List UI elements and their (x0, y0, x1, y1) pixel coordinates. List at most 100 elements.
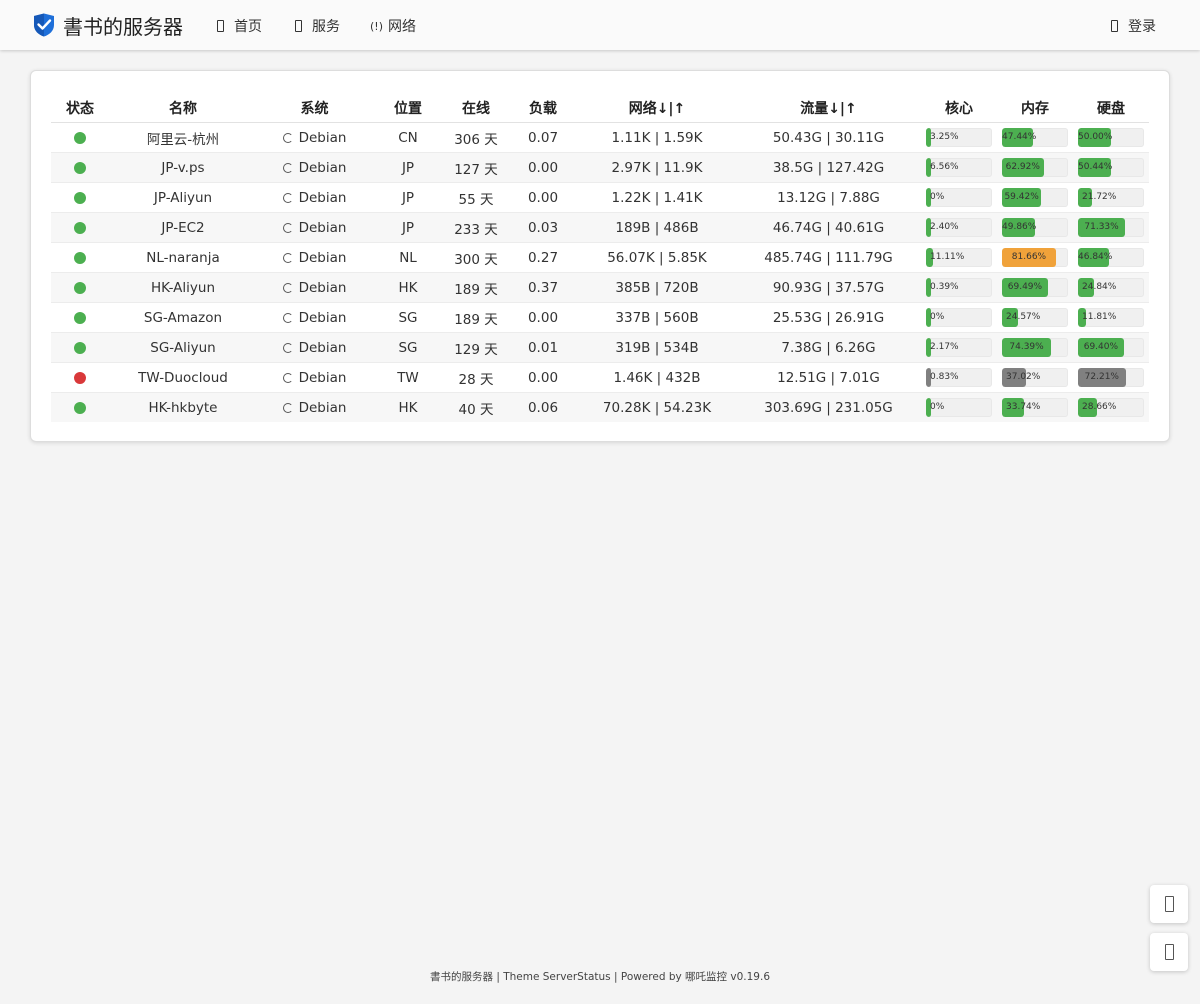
table-row[interactable]: SG-Aliyun Debian SG 129 天 0.01 319B | 534B 7.3… (51, 332, 1149, 363)
table-row[interactable]: JP-EC2 Debian JP 233 天 0.03 189B | 486B 46.74G… (51, 212, 1149, 243)
uptime-cell: 189 天 (444, 302, 508, 333)
location-cell-text: SG (398, 339, 418, 356)
disk-cell: 50.00% (1073, 122, 1149, 153)
cpu-percent: 0.83% (930, 372, 959, 382)
debian-icon (282, 312, 293, 323)
table-row[interactable]: NL-naranja Debian NL 300 天 0.27 56.07K | 5.85… (51, 242, 1149, 273)
disk-progress-bar: 28.66% (1078, 398, 1144, 417)
load-cell: 0.01 (508, 332, 578, 363)
debian-icon (282, 252, 293, 263)
network-cell: 319B | 534B (578, 332, 736, 363)
table-row[interactable]: HK-Aliyun Debian HK 189 天 0.37 385B | 720B 90.… (51, 272, 1149, 303)
load-cell: 0.37 (508, 272, 578, 303)
status-cell (51, 242, 109, 273)
uptime-cell-text: 55 天 (458, 191, 494, 208)
nav-home-label: 首页 (234, 19, 262, 35)
cpu-progress-bar: 0% (926, 188, 992, 207)
disk-cell: 11.81% (1073, 302, 1149, 333)
os-cell: Debian (257, 332, 372, 363)
status-cell (51, 272, 109, 303)
table-row[interactable]: HK-hkbyte Debian HK 40 天 0.06 70.28K | 54.23K… (51, 392, 1149, 422)
debian-icon (282, 162, 293, 173)
server-name-text: JP-EC2 (161, 219, 205, 236)
brand-name: 書书的服务器 (63, 14, 183, 39)
brand[interactable]: 書书的服务器 (33, 12, 183, 39)
home-icon (217, 20, 224, 32)
traffic-cell-text: 7.38G | 6.26G (781, 339, 876, 356)
nav-login[interactable]: 登录 (1111, 15, 1156, 37)
status-dot-icon (74, 251, 86, 264)
uptime-cell: 189 天 (444, 272, 508, 303)
disk-percent: 71.33% (1084, 222, 1119, 232)
cpu-percent: 11.11% (930, 252, 965, 262)
traffic-cell: 485.74G | 111.79G (736, 242, 921, 273)
cpu-percent: 2.17% (930, 342, 959, 352)
table-row[interactable]: JP-v.ps Debian JP 127 天 0.00 2.97K | 11.9K 38.… (51, 152, 1149, 183)
cpu-percent: 3.25% (930, 132, 959, 142)
network-cell-text: 70.28K | 54.23K (602, 399, 712, 416)
disk-progress-bar: 21.72% (1078, 188, 1144, 207)
load-cell-text: 0.00 (527, 369, 559, 386)
memory-percent: 81.66% (1011, 252, 1047, 262)
traffic-cell: 13.12G | 7.88G (736, 182, 921, 213)
uptime-cell: 233 天 (444, 212, 508, 243)
disk-progress-bar: 69.40% (1078, 338, 1144, 357)
os-name: Debian (298, 159, 347, 176)
server-name-text: NL-naranja (146, 249, 220, 266)
header-load: 负载 (508, 93, 578, 123)
uptime-cell-text: 127 天 (454, 161, 498, 178)
memory-cell: 59.42% (997, 182, 1073, 213)
cpu-percent: 0% (930, 192, 945, 202)
top-navbar: 書书的服务器 首页 服务 (!) 网络 登录 (0, 0, 1200, 50)
status-dot-icon (74, 131, 86, 144)
disk-progress-bar: 50.00% (1078, 128, 1144, 147)
memory-progress-bar: 62.92% (1002, 158, 1068, 177)
cpu-cell: 0.83% (921, 362, 997, 393)
traffic-cell-text: 13.12G | 7.88G (777, 189, 880, 206)
scroll-top-button[interactable] (1150, 885, 1188, 923)
memory-percent: 47.44% (1002, 132, 1037, 142)
load-cell-text: 0.00 (527, 189, 559, 206)
nav-network[interactable]: (!) 网络 (370, 15, 416, 37)
table-row[interactable]: SG-Amazon Debian SG 189 天 0.00 337B | 560B 25.… (51, 302, 1149, 333)
location-cell: JP (372, 152, 444, 183)
cpu-cell: 2.40% (921, 212, 997, 243)
traffic-cell-text: 25.53G | 26.91G (772, 309, 885, 326)
nav-home[interactable]: 首页 (217, 15, 262, 37)
status-dot-icon (74, 191, 86, 204)
disk-cell: 50.44% (1073, 152, 1149, 183)
os-cell: Debian (257, 212, 372, 243)
table-row[interactable]: JP-Aliyun Debian JP 55 天 0.00 1.22K | 1.41K 13… (51, 182, 1149, 213)
load-cell-text: 0.00 (527, 309, 559, 326)
header-name: 名称 (109, 93, 257, 123)
location-cell: JP (372, 182, 444, 213)
header-traffic: 流量↓|↑ (736, 93, 921, 123)
cpu-cell: 11.11% (921, 242, 997, 273)
os-cell: Debian (257, 242, 372, 273)
table-row[interactable]: TW-Duocloud Debian TW 28 天 0.00 1.46K | 432B 1… (51, 362, 1149, 393)
cpu-progress-bar: 0.39% (926, 278, 992, 297)
location-cell: CN (372, 122, 444, 153)
uptime-cell: 55 天 (444, 182, 508, 213)
cpu-percent: 6.56% (930, 162, 959, 172)
traffic-cell: 25.53G | 26.91G (736, 302, 921, 333)
table-row[interactable]: 阿里云-杭州 Debian CN 306 天 0.07 1.11K | 1.59K 50.4… (51, 122, 1149, 153)
memory-progress-bar: 37.02% (1002, 368, 1068, 387)
memory-percent: 37.02% (1006, 372, 1041, 382)
cpu-percent: 2.40% (930, 222, 959, 232)
memory-cell: 47.44% (997, 122, 1073, 153)
network-cell: 385B | 720B (578, 272, 736, 303)
os-name: Debian (298, 399, 347, 416)
scroll-bottom-button[interactable] (1150, 933, 1188, 971)
memory-cell: 81.66% (997, 242, 1073, 273)
os-cell: Debian (257, 362, 372, 393)
debian-icon (282, 192, 293, 203)
load-cell: 0.00 (508, 152, 578, 183)
location-cell-text: CN (398, 129, 418, 146)
uptime-cell: 306 天 (444, 122, 508, 153)
uptime-cell: 129 天 (444, 332, 508, 363)
nav-service[interactable]: 服务 (295, 15, 340, 37)
os-name: Debian (298, 129, 347, 146)
location-cell-text: SG (398, 309, 418, 326)
cpu-cell: 0% (921, 182, 997, 213)
